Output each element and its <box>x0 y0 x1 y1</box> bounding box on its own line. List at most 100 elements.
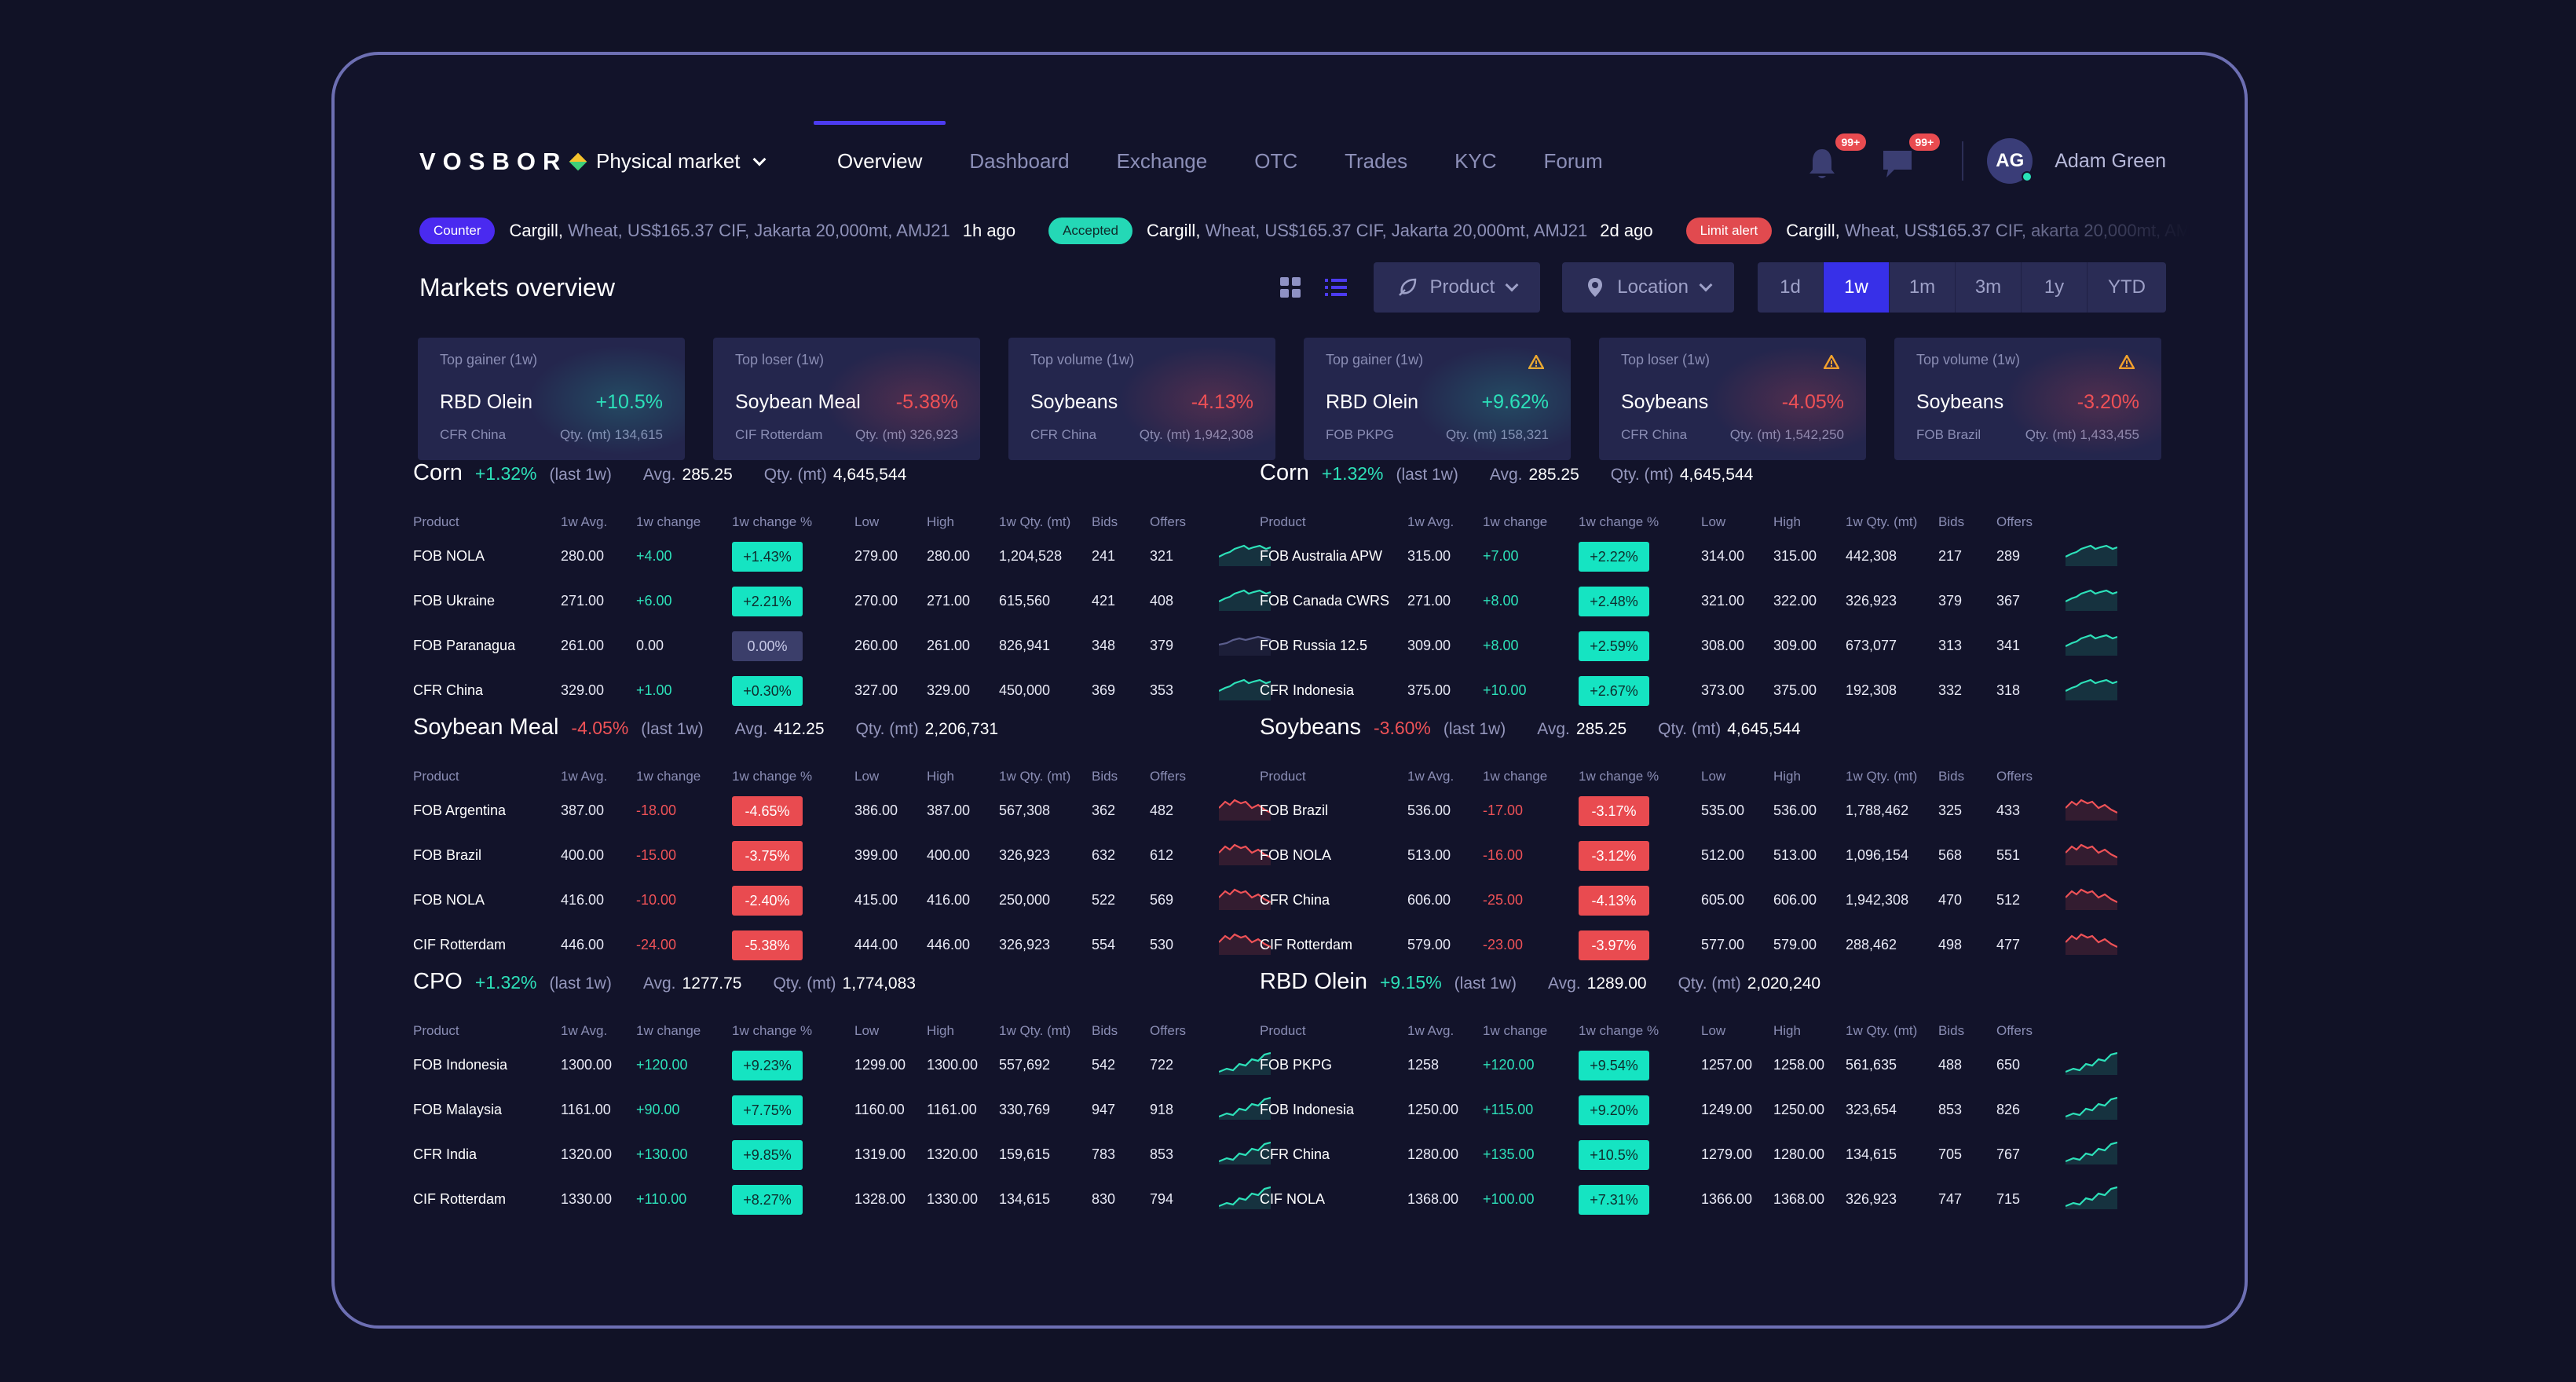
table-row[interactable]: FOB NOLA 513.00 -16.00 -3.12% 512.00 513.00 1,… <box>1260 833 2124 878</box>
table-row[interactable]: FOB Indonesia 1250.00 +115.00 +9.20% 1249.00… <box>1260 1088 2124 1132</box>
tab-trades[interactable]: Trades <box>1321 121 1431 184</box>
row-low: 415.00 <box>854 892 898 908</box>
logo[interactable]: VOSBOR <box>419 148 587 176</box>
row-offers: 612 <box>1150 847 1174 863</box>
card-change: -3.20% <box>2077 391 2139 413</box>
table-row[interactable]: FOB Indonesia 1300.00 +120.00 +9.23% 1299.00… <box>413 1043 1277 1088</box>
market-name[interactable]: Corn <box>413 460 463 486</box>
summary-card[interactable]: Top loser (1w) Soybeans -4.05% CFR China Qty… <box>1599 338 1866 460</box>
tab-dashboard[interactable]: Dashboard <box>946 121 1092 184</box>
row-bids: 568 <box>1938 847 1963 863</box>
range-1m[interactable]: 1m <box>1890 262 1956 313</box>
row-avg: 1258 <box>1407 1057 1440 1073</box>
table-row[interactable]: CFR Indonesia 375.00 +10.00 +2.67% 373.00 375… <box>1260 668 2124 713</box>
tab-forum[interactable]: Forum <box>1520 121 1626 184</box>
row-bids: 348 <box>1092 638 1116 653</box>
time-range-selector: 1d 1w 1m 3m 1y YTD <box>1758 262 2166 313</box>
column-header: 1w Avg. <box>561 514 608 529</box>
notifications-button[interactable]: 99+ <box>1806 133 1867 181</box>
table-row[interactable]: FOB NOLA 280.00 +4.00 +1.43% 279.00 280.00 1,2… <box>413 534 1277 579</box>
avatar[interactable]: AG <box>1987 138 2033 184</box>
table-row[interactable]: CFR China 606.00 -25.00 -4.13% 605.00 606.00 1… <box>1260 878 2124 923</box>
tab-otc[interactable]: OTC <box>1231 121 1321 184</box>
user-name[interactable]: Adam Green <box>2055 150 2166 173</box>
table-row[interactable]: FOB Ukraine 271.00 +6.00 +2.21% 270.00 271.00… <box>413 579 1277 623</box>
summary-card[interactable]: Top gainer (1w) RBD Olein +10.5% CFR China Q… <box>418 338 685 460</box>
market-name[interactable]: Soybeans <box>1260 715 1361 740</box>
nav-divider <box>1962 141 1964 181</box>
column-header: 1w Avg. <box>561 1023 608 1038</box>
market-name[interactable]: CPO <box>413 969 463 995</box>
range-1y[interactable]: 1y <box>2022 262 2088 313</box>
column-header: High <box>927 1023 954 1038</box>
table-row[interactable]: FOB Australia APW 315.00 +7.00 +2.22% 314.00… <box>1260 534 2124 579</box>
table-row[interactable]: FOB NOLA 416.00 -10.00 -2.40% 415.00 416.00 25… <box>413 878 1277 923</box>
table-row[interactable]: CFR China 1280.00 +135.00 +10.5% 1279.00 1280… <box>1260 1132 2124 1177</box>
market-header: CPO +1.32% (last 1w) Avg. 1277.75 Qty. (mt) 1,… <box>413 969 1277 1004</box>
range-ytd[interactable]: YTD <box>2088 262 2166 313</box>
market-period: (last 1w) <box>1396 466 1458 484</box>
row-product: FOB Russia 12.5 <box>1260 638 1368 653</box>
location-filter[interactable]: Location <box>1562 262 1734 313</box>
table-row[interactable]: FOB Brazil 536.00 -17.00 -3.17% 535.00 536.00… <box>1260 788 2124 833</box>
tab-kyc[interactable]: KYC <box>1431 121 1520 184</box>
online-status-dot <box>2022 171 2033 182</box>
summary-card[interactable]: Top loser (1w) Soybean Meal -5.38% CIF Rott… <box>713 338 980 460</box>
row-change-pct: +2.48% <box>1579 586 1649 616</box>
column-header: Low <box>854 514 880 529</box>
table-row[interactable]: CIF Rotterdam 1330.00 +110.00 +8.27% 1328.00… <box>413 1177 1277 1222</box>
summary-card[interactable]: Top volume (1w) Soybeans -4.13% CFR China Qt… <box>1008 338 1275 460</box>
row-offers: 826 <box>1996 1102 2021 1117</box>
sparkline-chart <box>2065 634 2118 656</box>
qty-label: Qty. (mt) <box>773 974 836 993</box>
table-row[interactable]: FOB Brazil 400.00 -15.00 -3.75% 399.00 400.00… <box>413 833 1277 878</box>
status-badge: Accepted <box>1048 218 1132 244</box>
table-row[interactable]: FOB Paranagua 261.00 0.00 0.00% 260.00 261.00… <box>413 623 1277 668</box>
list-view-button[interactable] <box>1320 272 1352 303</box>
row-sparkline <box>2065 677 2120 704</box>
table-row[interactable]: CFR India 1320.00 +130.00 +9.85% 1319.00 1320… <box>413 1132 1277 1177</box>
range-1d[interactable]: 1d <box>1758 262 1824 313</box>
row-bids: 379 <box>1938 593 1963 609</box>
table-row[interactable]: CIF Rotterdam 579.00 -23.00 -3.97% 577.00 579… <box>1260 923 2124 967</box>
column-header: Low <box>854 1023 880 1038</box>
market-select[interactable]: Physical market <box>596 149 766 174</box>
ticker-details: Wheat, US$165.37 CIF, akarta 20,000mt, A… <box>1844 221 2190 240</box>
range-1w[interactable]: 1w <box>1824 262 1890 313</box>
card-quantity: Qty. (mt) 158,321 <box>1445 427 1549 442</box>
sparkline-chart <box>2065 1141 2118 1164</box>
summary-card[interactable]: Top gainer (1w) RBD Olein +9.62% FOB PKPG Qt… <box>1304 338 1571 460</box>
product-filter[interactable]: Product <box>1373 262 1541 313</box>
table-row[interactable]: FOB PKPG 1258 +120.00 +9.54% 1257.00 1258.00 5… <box>1260 1043 2124 1088</box>
tab-exchange[interactable]: Exchange <box>1093 121 1231 184</box>
row-avg: 1250.00 <box>1407 1102 1459 1117</box>
table-row[interactable]: FOB Canada CWRS 271.00 +8.00 +2.48% 321.00 32… <box>1260 579 2124 623</box>
card-label: Top gainer (1w) <box>440 352 538 367</box>
row-change: +8.00 <box>1483 638 1519 653</box>
market-name[interactable]: RBD Olein <box>1260 969 1367 995</box>
table-row[interactable]: CFR China 329.00 +1.00 +0.30% 327.00 329.00 45… <box>413 668 1277 713</box>
ticker-item[interactable]: Counter Cargill, Wheat, US$165.37 CIF, Ja… <box>419 218 1015 244</box>
ticker-time: 2d ago <box>1600 221 1653 240</box>
tab-overview[interactable]: Overview <box>814 121 946 184</box>
grid-view-button[interactable] <box>1275 272 1306 303</box>
row-change-pct: +9.85% <box>732 1139 803 1170</box>
row-change: +120.00 <box>1483 1057 1535 1073</box>
messages-button[interactable]: 99+ <box>1880 133 1941 181</box>
summary-card[interactable]: Top volume (1w) Soybeans -3.20% FOB Brazil Q… <box>1894 338 2161 460</box>
card-location: FOB PKPG <box>1326 427 1394 442</box>
column-header: Bids <box>1938 1023 1965 1038</box>
row-low: 1257.00 <box>1701 1057 1753 1073</box>
market-name[interactable]: Corn <box>1260 460 1309 486</box>
table-row[interactable]: CIF NOLA 1368.00 +100.00 +7.31% 1366.00 1368.… <box>1260 1177 2124 1222</box>
ticker-item[interactable]: Limit alert Cargill, Wheat, US$165.37 CIF… <box>1685 218 2190 244</box>
table-row[interactable]: FOB Russia 12.5 309.00 +8.00 +2.59% 308.00 30… <box>1260 623 2124 668</box>
market-qty: Qty. (mt) 2,020,240 <box>1678 974 1821 993</box>
market-name[interactable]: Soybean Meal <box>413 715 558 740</box>
ticker-item[interactable]: Accepted Cargill, Wheat, US$165.37 CIF, J… <box>1048 218 1653 244</box>
row-bids: 542 <box>1092 1057 1116 1073</box>
range-3m[interactable]: 3m <box>1956 262 2022 313</box>
table-row[interactable]: FOB Argentina 387.00 -18.00 -4.65% 386.00 387… <box>413 788 1277 833</box>
table-row[interactable]: CIF Rotterdam 446.00 -24.00 -5.38% 444.00 446… <box>413 923 1277 967</box>
table-row[interactable]: FOB Malaysia 1161.00 +90.00 +7.75% 1160.00 11… <box>413 1088 1277 1132</box>
